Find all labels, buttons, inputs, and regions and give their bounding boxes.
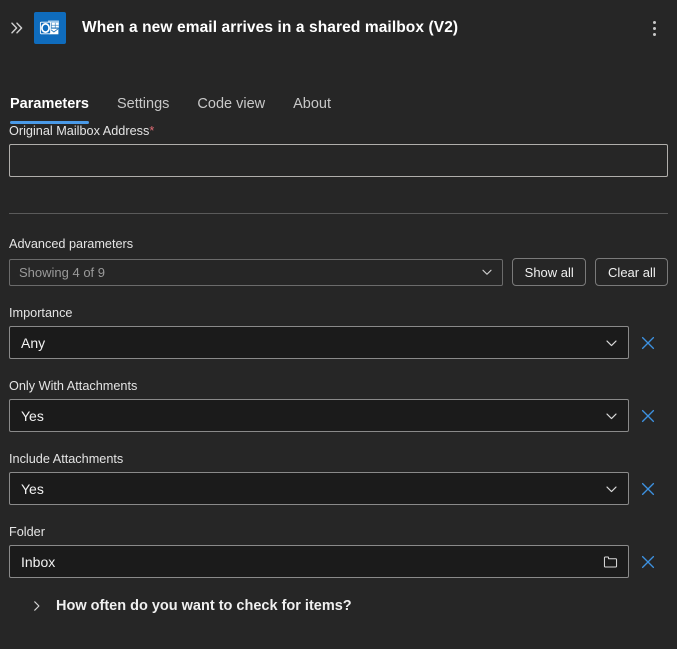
tab-about-label: About (293, 96, 332, 112)
advanced-parameters-select-value: Showing 4 of 9 (19, 264, 106, 280)
advanced-parameters-label: Advanced parameters (9, 237, 134, 251)
tab-code-view-label: Code view (197, 96, 266, 112)
only-with-attachments-clear-button[interactable] (629, 399, 667, 432)
folder-value: Inbox (21, 553, 56, 570)
folder-clear-button[interactable] (629, 545, 667, 578)
required-asterisk: * (149, 124, 155, 138)
outlook-icon (34, 12, 66, 44)
include-attachments-row: Yes (9, 472, 668, 505)
original-mailbox-address-label: Original Mailbox Address* (9, 124, 668, 138)
page-title: When a new email arrives in a shared mai… (82, 19, 459, 36)
importance-clear-button[interactable] (629, 326, 667, 359)
tab-code-view[interactable]: Code view (183, 96, 279, 124)
importance-label: Importance (9, 306, 73, 320)
more-vertical-icon[interactable] (640, 14, 668, 42)
parameter-include-attachments: Include Attachments Yes (9, 452, 668, 505)
advanced-parameters-select[interactable]: Showing 4 of 9 (9, 258, 503, 286)
original-mailbox-address-label-text: Original Mailbox Address (9, 124, 150, 138)
tab-parameters-label: Parameters (10, 96, 89, 112)
chevron-down-icon (604, 408, 619, 423)
check-frequency-section-toggle[interactable]: How often do you want to check for items… (9, 598, 668, 614)
parameters-form: Original Mailbox Address* Advanced param… (0, 124, 677, 614)
clear-all-button[interactable]: Clear all (595, 258, 668, 286)
folder-row: Inbox (9, 545, 668, 578)
tab-settings-label: Settings (117, 96, 170, 112)
tab-about[interactable]: About (279, 96, 345, 124)
chevron-right-icon (30, 599, 44, 613)
tab-bar: Parameters Settings Code view About (0, 78, 677, 124)
only-with-attachments-label: Only With Attachments (9, 379, 138, 393)
importance-value: Any (21, 334, 46, 351)
section-divider (9, 213, 668, 214)
parameter-importance: Importance Any (9, 306, 668, 359)
only-with-attachments-value: Yes (21, 407, 44, 424)
folder-icon[interactable] (602, 553, 619, 570)
include-attachments-label: Include Attachments (9, 452, 124, 466)
panel-header: When a new email arrives in a shared mai… (0, 0, 677, 56)
importance-row: Any (9, 326, 668, 359)
folder-picker[interactable]: Inbox (9, 545, 629, 578)
tab-settings[interactable]: Settings (103, 96, 183, 124)
connector-parameters-panel: When a new email arrives in a shared mai… (0, 0, 677, 649)
show-all-button[interactable]: Show all (511, 258, 587, 286)
include-attachments-clear-button[interactable] (629, 472, 667, 505)
only-with-attachments-row: Yes (9, 399, 668, 432)
original-mailbox-address-input[interactable] (9, 144, 668, 177)
chevron-down-icon (604, 481, 619, 496)
include-attachments-value: Yes (21, 480, 44, 497)
only-with-attachments-dropdown[interactable]: Yes (9, 399, 629, 432)
check-frequency-title: How often do you want to check for items… (56, 598, 352, 614)
include-attachments-dropdown[interactable]: Yes (9, 472, 629, 505)
parameter-folder: Folder Inbox (9, 525, 668, 578)
double-chevron-right-icon[interactable] (4, 0, 30, 56)
importance-dropdown[interactable]: Any (9, 326, 629, 359)
chevron-down-icon (480, 265, 494, 279)
chevron-down-icon (604, 335, 619, 350)
parameter-only-with-attachments: Only With Attachments Yes (9, 379, 668, 432)
folder-label: Folder (9, 525, 45, 539)
advanced-parameters-row: Showing 4 of 9 Show all Clear all (9, 258, 668, 286)
tab-parameters[interactable]: Parameters (10, 96, 103, 124)
